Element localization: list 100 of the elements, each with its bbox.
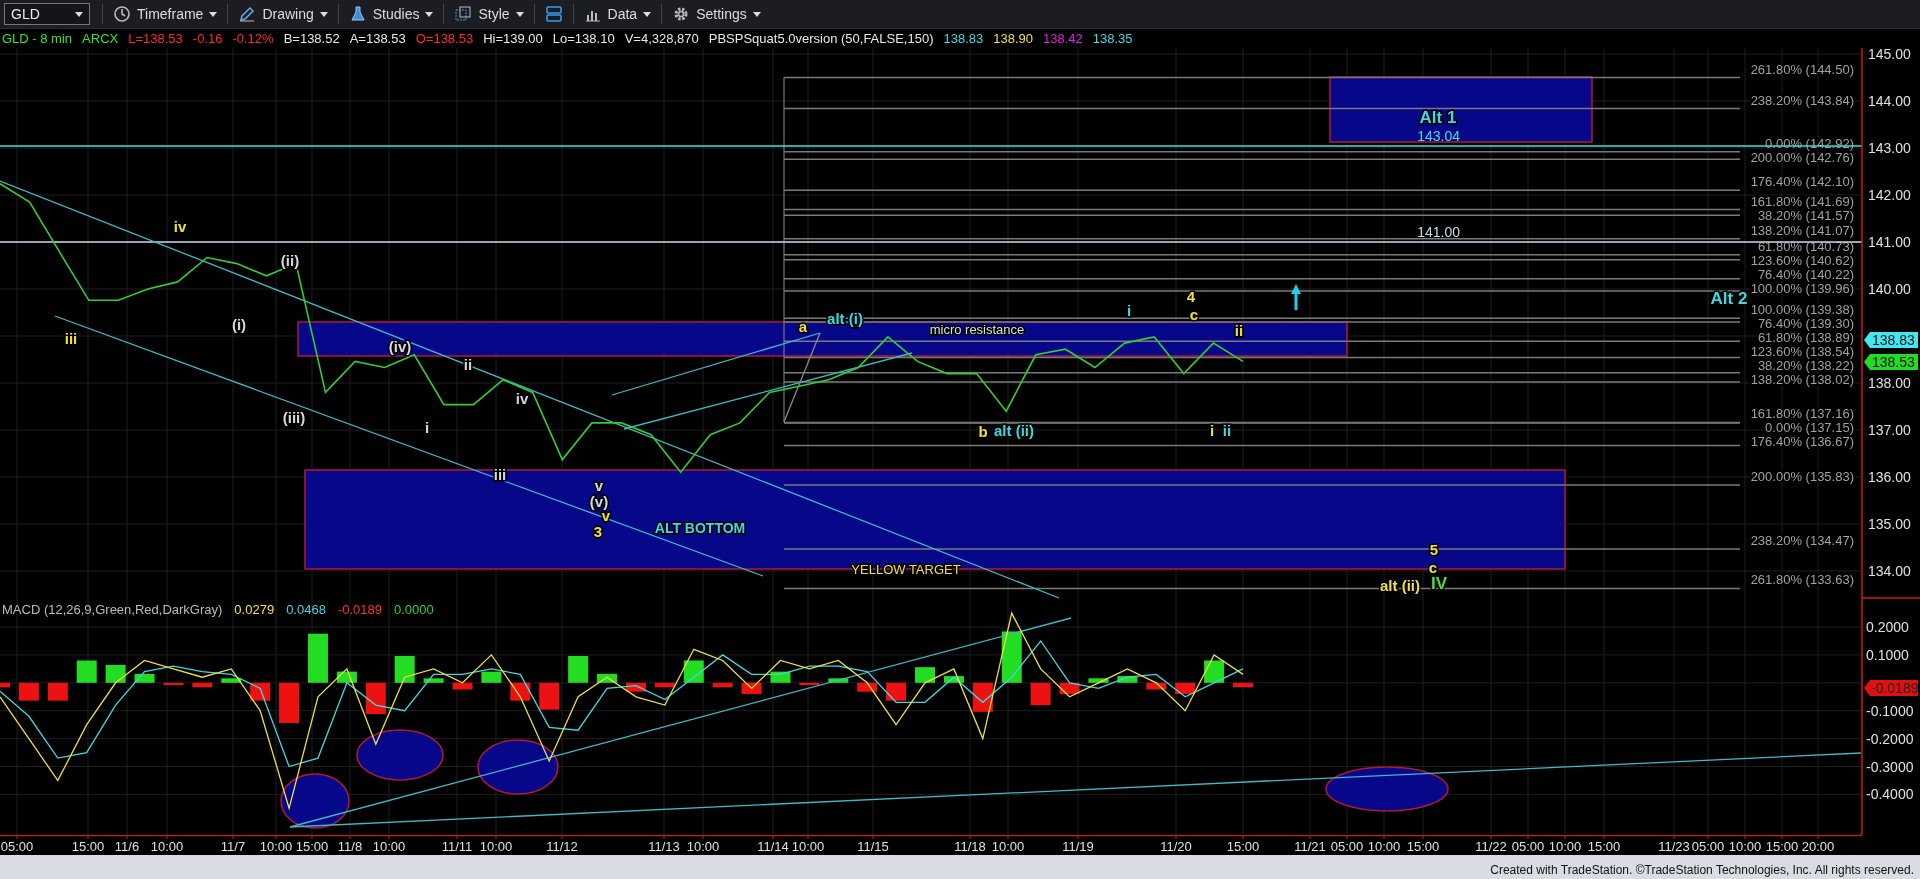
wave-label: i [424, 418, 430, 436]
menu-button[interactable]: Timeframe [107, 2, 224, 26]
time-axis-label: 11/14 [757, 839, 789, 854]
price-axis-label: 141.00 [1868, 234, 1911, 250]
indicator-axis-label: 0.1000 [1866, 646, 1909, 663]
price-axis-label: 135.00 [1868, 516, 1911, 532]
menu-button[interactable]: Drawing [232, 2, 334, 26]
layout-icon [544, 5, 563, 23]
time-axis-label: 11/22 [1475, 839, 1507, 854]
quote-value: 138.35 [1092, 31, 1133, 46]
quote-value: GLD - 8 min [2, 31, 73, 46]
time-axis-label: 10:00 [991, 839, 1025, 854]
fib-level-label: 61.80% (140.73) [1757, 238, 1854, 254]
menu-button[interactable]: Style [448, 2, 530, 26]
wave-label: alt (ii) [994, 421, 1034, 439]
histogram-bar [1204, 660, 1225, 683]
time-axis-label: 11/19 [1062, 839, 1094, 854]
histogram-bar [568, 656, 589, 683]
fib-level-label: 0.00% (137.15) [1765, 420, 1854, 436]
histogram-bar [828, 678, 849, 683]
indicator-axis-label: 0.2000 [1866, 619, 1909, 635]
fib-level-label: 200.00% (135.83) [1750, 469, 1854, 484]
price-axis-label: 138.00 [1868, 375, 1911, 391]
wave-label: iii [64, 329, 78, 347]
time-axis-label: 05:00 [1511, 839, 1545, 854]
time-axis-label: 11/13 [648, 839, 680, 854]
menu-button[interactable]: Data [577, 2, 658, 26]
fib-level-label: 238.20% (143.84) [1750, 92, 1854, 108]
wave-label: a [798, 317, 808, 335]
symbol-field[interactable]: GLD [4, 3, 90, 25]
fib-level-label: 176.40% (142.10) [1750, 174, 1854, 190]
histogram-bar [0, 682, 10, 688]
time-axis-label: 11/11 [441, 839, 473, 854]
time-axis-label: 10:00 [150, 839, 184, 854]
histogram-bar [799, 682, 820, 686]
last-price-tag: 138.53 [1864, 354, 1918, 371]
quote-value: V=4,328,870 [624, 31, 699, 46]
histogram-bar [76, 660, 97, 683]
indicator-axis-label: -0.2000 [1866, 730, 1914, 747]
menu-button[interactable]: Settings [666, 2, 767, 26]
fib-level-label: 261.80% (144.50) [1750, 61, 1854, 77]
highlight-ellipse [280, 773, 350, 829]
histogram-bar [394, 656, 415, 683]
price-axis-label: 137.00 [1868, 422, 1911, 438]
wave-label: ii [1222, 421, 1232, 439]
histogram-bar [279, 682, 300, 723]
caret-icon [209, 11, 218, 17]
wave-label: ALT BOTTOM [654, 519, 746, 536]
price-axis-label: 144.00 [1868, 93, 1911, 109]
time-axis-label: 10:00 [1367, 839, 1401, 854]
fib-level-label: 161.80% (141.69) [1750, 193, 1854, 209]
price-axis-label: 145.00 [1868, 48, 1911, 62]
last-price-tag: 138.83 [1864, 332, 1918, 348]
quote-value: ARCX [82, 31, 119, 46]
time-axis-label: 15:00 [1406, 839, 1440, 854]
wave-label: 4 [1186, 287, 1196, 305]
time-axis-label: 10:00 [259, 839, 293, 854]
fib-level-label: 61.80% (138.89) [1757, 330, 1854, 346]
time-axis-label: 10:00 [1728, 839, 1762, 854]
menu-button[interactable]: Studies [342, 2, 440, 26]
wave-label: iv [173, 217, 187, 235]
time-axis-label: 11/6 [114, 839, 140, 854]
wave-label: alt (i) [827, 309, 863, 327]
histogram-bar [1117, 676, 1138, 683]
price-axis-label: 142.00 [1868, 187, 1911, 203]
fib-level-label: 76.40% (139.30) [1757, 316, 1854, 332]
quote-value: O=138.53 [415, 31, 474, 46]
time-axis-label: 10:00 [791, 839, 825, 854]
histogram-bar [1059, 682, 1080, 694]
last-value-tag: -0.0189 [1864, 680, 1919, 697]
wave-label: (iv) [388, 337, 412, 355]
time-axis-label: 15:00 [295, 839, 329, 854]
time-axis-label: 11/12 [546, 839, 578, 854]
time-axis-label: 15:00 [1587, 839, 1621, 854]
wave-label: iv [515, 389, 529, 407]
wave-label: 3 [593, 522, 603, 540]
quote-value: 138.42 [1043, 31, 1083, 46]
fib-level-label: 38.20% (138.22) [1757, 358, 1854, 374]
time-axis-label: 15:00 [71, 839, 105, 854]
wave-label: i [1126, 301, 1132, 319]
time-axis-label: 11/21 [1294, 839, 1326, 854]
fib-level-label: 138.20% (138.02) [1750, 372, 1854, 388]
time-axis-label: 15:00 [1226, 839, 1260, 854]
caret-icon [515, 11, 524, 17]
wave-label: (ii) [280, 251, 300, 269]
histogram-bar [597, 673, 618, 683]
indicator-axis-label: -0.3000 [1866, 758, 1914, 775]
histogram-bar [915, 667, 935, 683]
price-axis-label: 134.00 [1868, 563, 1911, 579]
wave-label: c [1428, 558, 1438, 576]
indicator-reading: 0.0279 [234, 602, 275, 617]
indicator-reading: -0.0189 [337, 602, 382, 617]
histogram-bar [654, 682, 675, 688]
copyright-text: Created with TradeStation. ©TradeStation Technologies, Inc. All rights reserved. [1490, 863, 1914, 877]
time-axis-label: 15:00 [1765, 839, 1799, 854]
time-axis-label: 11/18 [954, 839, 986, 854]
histogram-bar [163, 682, 184, 686]
histogram-bar [857, 682, 878, 692]
histogram-bar [452, 682, 473, 690]
wave-label: alt (ii) [1380, 576, 1420, 594]
